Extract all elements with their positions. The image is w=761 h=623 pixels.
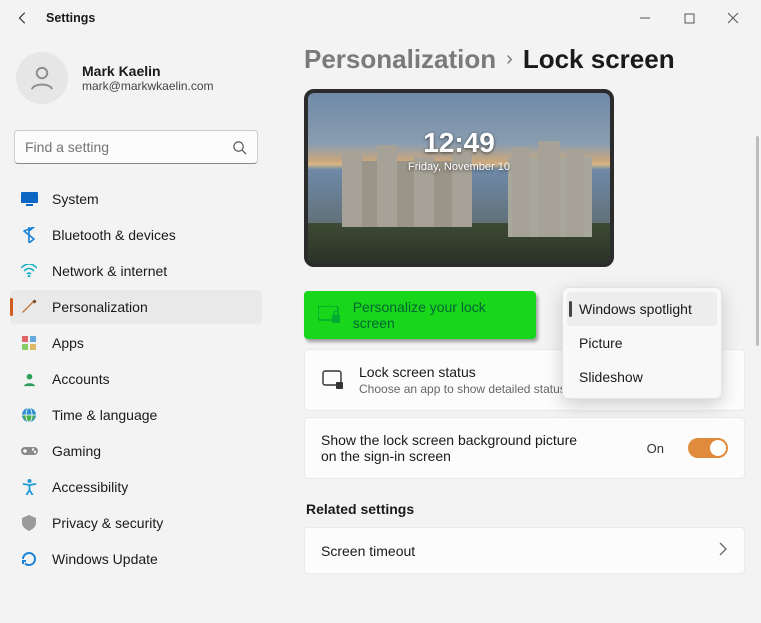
breadcrumb: Personalization › Lock screen xyxy=(304,44,745,75)
maximize-button[interactable] xyxy=(667,3,711,33)
bluetooth-icon xyxy=(20,226,38,244)
nav-item-network[interactable]: Network & internet xyxy=(10,254,262,288)
nav-item-update[interactable]: Windows Update xyxy=(10,542,262,576)
nav-label: Accessibility xyxy=(52,479,128,495)
preview-date: Friday, November 10 xyxy=(308,161,610,173)
search-box[interactable] xyxy=(14,130,258,164)
dropdown-option-spotlight[interactable]: Windows spotlight xyxy=(567,292,717,326)
update-icon xyxy=(20,550,38,568)
network-icon xyxy=(20,262,38,280)
window-title: Settings xyxy=(46,11,95,25)
scrollbar[interactable] xyxy=(756,136,759,346)
nav-label: Personalization xyxy=(52,299,148,315)
lock-screen-preview: 12:49 Friday, November 10 xyxy=(304,89,614,267)
titlebar: Settings xyxy=(0,0,761,36)
dropdown-option-picture[interactable]: Picture xyxy=(567,326,717,360)
window-controls xyxy=(623,3,755,33)
content-area: Personalization › Lock screen 12:49 Frid… xyxy=(270,36,761,623)
chevron-right-icon: › xyxy=(506,48,513,71)
dropdown-option-slideshow[interactable]: Slideshow xyxy=(567,360,717,394)
personalization-icon xyxy=(20,298,38,316)
screen-timeout-link[interactable]: Screen timeout xyxy=(304,527,745,574)
chevron-right-icon xyxy=(718,542,728,559)
breadcrumb-parent[interactable]: Personalization xyxy=(304,44,496,75)
nav-item-apps[interactable]: Apps xyxy=(10,326,262,360)
sidebar: Mark Kaelin mark@markwkaelin.com System … xyxy=(0,36,270,623)
close-icon xyxy=(727,12,739,24)
shield-icon xyxy=(20,514,38,532)
search-input[interactable] xyxy=(25,139,232,155)
preview-time: 12:49 xyxy=(308,127,610,159)
profile-name: Mark Kaelin xyxy=(82,63,214,79)
search-icon xyxy=(232,140,247,155)
time-icon xyxy=(20,406,38,424)
arrow-left-icon xyxy=(16,11,30,25)
nav-item-system[interactable]: System xyxy=(10,182,262,216)
back-button[interactable] xyxy=(6,2,40,34)
gaming-icon xyxy=(20,442,38,460)
accessibility-icon xyxy=(20,478,38,496)
maximize-icon xyxy=(684,13,695,24)
nav-label: Accounts xyxy=(52,371,110,387)
system-icon xyxy=(20,190,38,208)
nav-item-gaming[interactable]: Gaming xyxy=(10,434,262,468)
nav-item-accounts[interactable]: Accounts xyxy=(10,362,262,396)
nav-item-privacy[interactable]: Privacy & security xyxy=(10,506,262,540)
apps-icon xyxy=(20,334,38,352)
nav-item-accessibility[interactable]: Accessibility xyxy=(10,470,262,504)
nav-label: System xyxy=(52,191,99,207)
nav-list: System Bluetooth & devices Network & int… xyxy=(10,182,262,576)
nav-item-personalization[interactable]: Personalization xyxy=(10,290,262,324)
related-settings-header: Related settings xyxy=(306,501,745,517)
show-bg-on-signin-card: Show the lock screen background picture … xyxy=(304,417,745,479)
close-button[interactable] xyxy=(711,3,755,33)
page-title: Lock screen xyxy=(523,44,675,75)
minimize-icon xyxy=(639,12,651,24)
profile-block[interactable]: Mark Kaelin mark@markwkaelin.com xyxy=(10,44,262,122)
nav-label: Privacy & security xyxy=(52,515,163,531)
avatar xyxy=(16,52,68,104)
nav-item-bluetooth[interactable]: Bluetooth & devices xyxy=(10,218,262,252)
nav-label: Gaming xyxy=(52,443,101,459)
toggle-state-label: On xyxy=(647,441,664,456)
nav-label: Bluetooth & devices xyxy=(52,227,176,243)
nav-label: Windows Update xyxy=(52,551,158,567)
lock-screen-mode-dropdown: Windows spotlight Picture Slideshow xyxy=(562,287,722,399)
accounts-icon xyxy=(20,370,38,388)
minimize-button[interactable] xyxy=(623,3,667,33)
nav-label: Apps xyxy=(52,335,84,351)
lock-screen-icon xyxy=(318,303,341,327)
card-title: Screen timeout xyxy=(321,543,704,559)
hero-label: Personalize your lock screen xyxy=(353,299,522,331)
show-bg-toggle[interactable] xyxy=(688,438,728,458)
user-icon xyxy=(27,63,57,93)
status-app-icon xyxy=(321,368,345,392)
nav-label: Time & language xyxy=(52,407,157,423)
nav-item-time[interactable]: Time & language xyxy=(10,398,262,432)
nav-label: Network & internet xyxy=(52,263,167,279)
personalize-lock-screen-button[interactable]: Personalize your lock screen xyxy=(304,291,536,339)
card-title: Show the lock screen background picture … xyxy=(321,432,591,464)
profile-email: mark@markwkaelin.com xyxy=(82,79,214,93)
